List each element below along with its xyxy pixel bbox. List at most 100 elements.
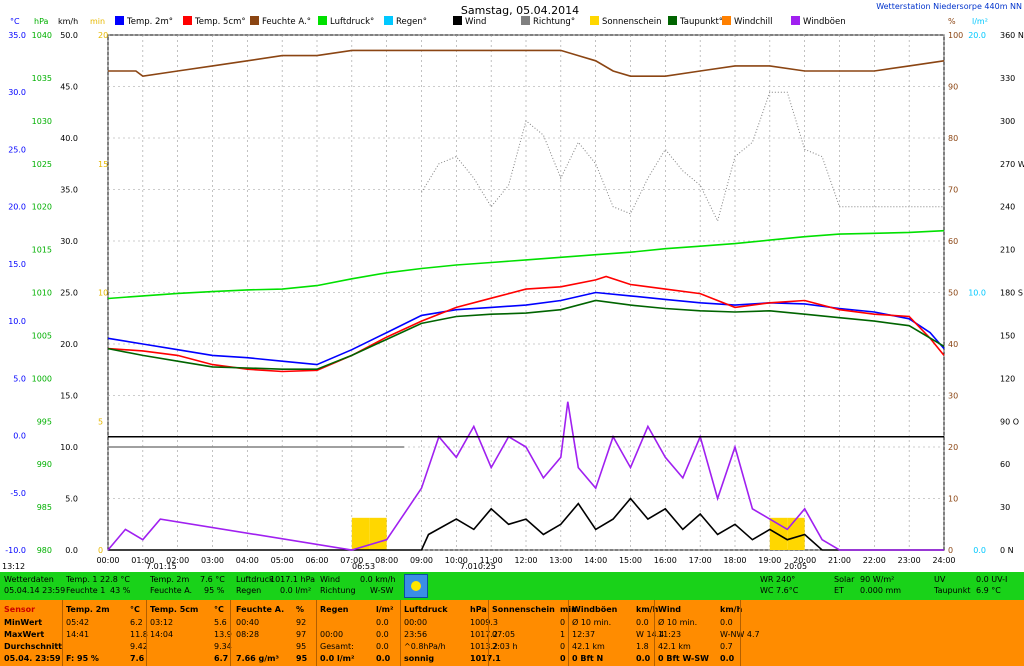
legend-item: Richtung° (521, 16, 575, 27)
wind-axis-tick: 0.0 (65, 546, 78, 555)
legend-item: Temp. 5cm° (183, 16, 246, 27)
wind-axis-tick: 30.0 (60, 237, 78, 246)
direction-axis-tick: 120 (1000, 374, 1015, 383)
temp-axis-tick: -5.0 (10, 489, 26, 498)
wr-value: WR 240° (760, 575, 796, 584)
now-marker: 13:12 (2, 562, 25, 570)
humidity-axis-tick: 70 (948, 186, 958, 195)
table-cell: 0 (560, 618, 566, 627)
direction-axis-tick: 240 (1000, 203, 1015, 212)
temp2m-value: 7.6 °C (200, 575, 225, 584)
legend-item: Luftdruck° (318, 16, 374, 27)
legend-swatch (590, 16, 599, 25)
pressure-axis-tick: 1000 (32, 374, 52, 383)
legend-label: Luftdruck° (330, 17, 375, 27)
pressure-axis-tick: 1025 (32, 160, 52, 169)
x-axis-tick: 06:00 (305, 556, 328, 565)
table-cell: 95 (296, 642, 307, 651)
sun-axis-tick: 15 (98, 160, 108, 169)
marker-mid2: 7.010:25 (460, 562, 496, 570)
sunshine-bar (369, 517, 387, 550)
wind-axis-tick: 40.0 (60, 134, 78, 143)
temp1-label: Temp. 1 (66, 575, 98, 584)
et-label: ET (834, 586, 844, 595)
direction-axis-tick: 90 O (1000, 417, 1019, 426)
x-axis-tick: 05:00 (271, 556, 294, 565)
pressure-axis-tick: 1030 (32, 117, 52, 126)
table-header-cell: °C (130, 605, 140, 614)
feuchte1-label: Feuchte 1 (66, 586, 106, 595)
table-cell: Ø 10 min. (658, 618, 698, 627)
x-axis-tick: 16:00 (654, 556, 677, 565)
rain-axis-tick: 10.0 (968, 289, 986, 298)
temp-axis-tick: 35.0 (8, 31, 26, 40)
x-axis-tick: 04:00 (236, 556, 259, 565)
legend-label: Windchill (734, 17, 773, 27)
sun-axis-tick: 10 (98, 289, 108, 298)
table-cell: 0.0 (720, 618, 733, 627)
legend-item: Windböen (791, 16, 846, 27)
pressure-axis-tick: 985 (37, 503, 52, 512)
table-divider (740, 600, 741, 666)
table-cell: 07:05 (492, 630, 516, 639)
table-cell: 1009.3 (470, 618, 498, 627)
legend-label: Temp. 5cm° (195, 17, 246, 27)
temp-axis-tick: -10.0 (5, 546, 26, 555)
wetterdaten-date: 05.04.14 23:59 (4, 586, 66, 595)
table-cell: 0 Bft W-SW (658, 654, 709, 663)
sunshine-bar (787, 517, 805, 550)
table-header-cell: Windböen (572, 605, 618, 614)
humidity-axis-tick: 10 (948, 495, 958, 504)
humidity-axis-tick: 90 (948, 83, 958, 92)
table-header-cell: °C (214, 605, 224, 614)
taupunkt-label: Taupunkt (934, 586, 971, 595)
table-divider (316, 600, 317, 666)
temp2m-label: Temp. 2m (150, 575, 190, 584)
uv-value: 0.0 UV-I (976, 575, 1008, 584)
x-axis-tick: 00:00 (96, 556, 119, 565)
table-header-cell: Temp. 2m (66, 605, 110, 614)
table-row-label: MinWert (4, 618, 43, 627)
feuchte1-value: 43 % (110, 586, 131, 595)
legend-swatch (183, 16, 192, 25)
legend-item: Temp. 2m° (115, 16, 173, 27)
x-axis-tick: 09:00 (410, 556, 433, 565)
statistics-table: Sensor Temp. 2m °C Temp. 5cm °C Feuchte A.% Re… (0, 600, 1024, 666)
table-cell: 14:04 (150, 630, 174, 639)
table-header-cell: Regen (320, 605, 349, 614)
solar-label: Solar (834, 575, 855, 584)
table-header-cell: km/h (720, 605, 743, 614)
sun-axis-tick: 20 (98, 31, 108, 40)
legend-item: Feuchte A.° (250, 16, 311, 27)
wind-axis-tick: 10.0 (60, 443, 78, 452)
marker-min: 7.01:15 (146, 562, 177, 570)
table-cell: 7.6 (130, 654, 145, 663)
pressure-axis-tick: 995 (37, 417, 52, 426)
table-cell: 1.8 (636, 642, 649, 651)
legend-item: Taupunkt° (668, 16, 723, 27)
pressure-axis-tick: 1015 (32, 246, 52, 255)
x-axis-tick: 18:00 (723, 556, 746, 565)
table-cell: 14:41 (66, 630, 90, 639)
wind-value: 0.0 km/h (360, 575, 396, 584)
sun-axis-tick: 5 (98, 417, 103, 426)
table-divider (230, 600, 231, 666)
wc-value: WC 7.6°C (760, 586, 799, 595)
temp-axis-tick: 25.0 (8, 145, 26, 154)
sun-axis-tick: 0 (98, 546, 103, 555)
table-cell: 95 (296, 654, 308, 663)
regen-label: Regen (236, 586, 262, 595)
legend-label: Wind (465, 17, 487, 27)
table-cell: 0 (560, 654, 566, 663)
temp-axis-tick: 10.0 (8, 317, 26, 326)
temp-axis-tick: 20.0 (8, 203, 26, 212)
table-cell: 5.6 (214, 618, 227, 627)
x-axis-tick: 03:00 (201, 556, 224, 565)
pressure-axis-tick: 1010 (32, 289, 52, 298)
chart-legend: Temp. 2m° Temp. 5cm° Feuchte A.° Luftdruck°… (0, 16, 1024, 30)
table-cell: 0.0 (376, 618, 389, 627)
table-cell: 0.0 (636, 654, 651, 663)
table-cell: 11:23 (658, 630, 682, 639)
table-cell: 0 Bft N (572, 654, 604, 663)
table-row-label: MaxWert (4, 630, 45, 639)
